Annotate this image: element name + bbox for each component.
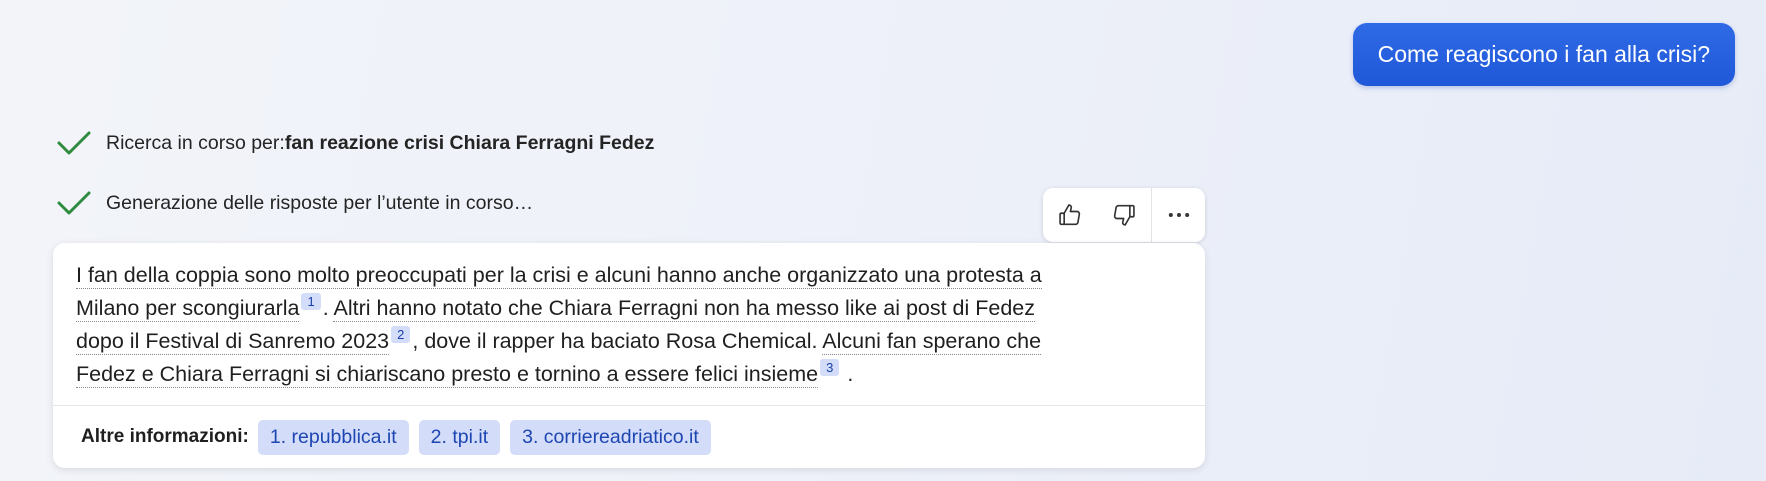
answer-segment[interactable]: Alcuni fan sperano che — [822, 329, 1042, 355]
reaction-bar — [1043, 188, 1205, 242]
answer-segment[interactable]: I fan della coppia sono molto preoccupat… — [76, 263, 1042, 289]
status-generating: Generazione delle risposte per l’utente … — [56, 188, 533, 218]
search-query: fan reazione crisi Chiara Ferragni Fedez — [284, 131, 655, 154]
source-link-tpi[interactable]: 2. tpi.it — [418, 419, 501, 455]
dislike-button[interactable] — [1097, 188, 1151, 242]
user-message-text: Come reagiscono i fan alla crisi? — [1377, 41, 1710, 67]
more-dots-icon — [1168, 213, 1189, 217]
more-options-button[interactable] — [1152, 188, 1205, 242]
status-prefix: Ricerca in corso per: — [106, 131, 285, 154]
answer-text: I fan della coppia sono molto preoccupat… — [53, 243, 1205, 405]
sources-label: Altre informazioni: — [81, 426, 249, 447]
thumbs-down-icon — [1113, 204, 1135, 226]
citation-2[interactable]: 2 — [391, 326, 411, 343]
answer-segment[interactable]: Altri hanno notato che Chiara Ferragni n… — [333, 296, 1036, 322]
sources-footer: Altre informazioni: 1. repubblica.it 2. … — [53, 405, 1205, 468]
answer-text-plain: , dove il rapper ha baciato Rosa Chemica… — [412, 329, 823, 353]
answer-end: . — [847, 362, 854, 386]
citation-1[interactable]: 1 — [301, 293, 321, 310]
source-link-corriereadriatico[interactable]: 3. corriereadriatico.it — [510, 419, 711, 455]
answer-segment[interactable]: Fedez e Chiara Ferragni si chiariscano p… — [76, 362, 819, 388]
citation-3[interactable]: 3 — [820, 359, 840, 376]
user-message-bubble[interactable]: Come reagiscono i fan alla crisi? — [1352, 23, 1735, 86]
checkmark-icon — [57, 131, 91, 155]
status-searching: Ricerca in corso per: fan reazione crisi… — [56, 128, 654, 158]
answer-card: I fan della coppia sono molto preoccupat… — [53, 243, 1205, 468]
source-link-repubblica[interactable]: 1. repubblica.it — [257, 419, 409, 455]
checkmark-icon — [57, 191, 91, 215]
thumbs-up-icon — [1059, 204, 1081, 226]
answer-segment[interactable]: Milano per scongiurarla — [76, 296, 300, 322]
status-text: Generazione delle risposte per l’utente … — [106, 191, 534, 214]
answer-separator: . — [322, 296, 334, 320]
like-button[interactable] — [1043, 188, 1097, 242]
answer-segment[interactable]: dopo il Festival di Sanremo 2023 — [76, 329, 390, 355]
